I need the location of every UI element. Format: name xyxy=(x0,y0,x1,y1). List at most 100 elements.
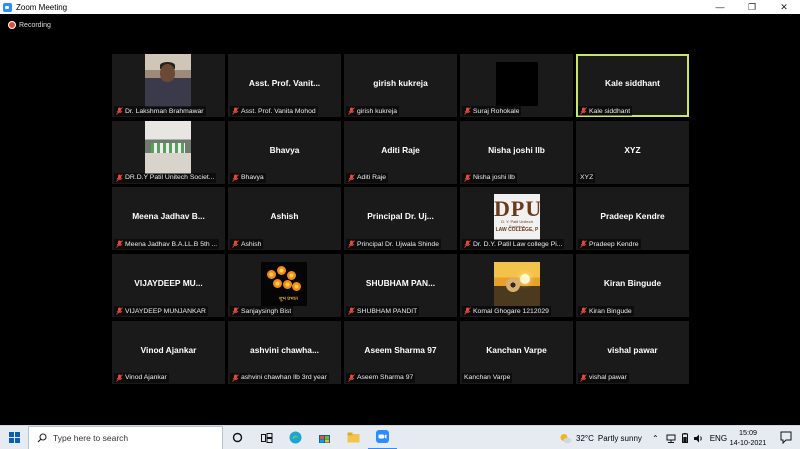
participant-name: Kale siddhant xyxy=(589,107,631,115)
mic-muted-icon[interactable] xyxy=(464,240,471,249)
mic-muted-icon[interactable] xyxy=(232,240,239,249)
maximize-button[interactable]: ❐ xyxy=(736,0,768,14)
zoom-taskbar-button[interactable] xyxy=(368,426,397,449)
participant-display-name: Meena Jadhav B... xyxy=(132,211,205,222)
network-icon[interactable] xyxy=(666,434,676,443)
language-indicator[interactable]: ENG xyxy=(710,434,727,443)
search-placeholder: Type here to search xyxy=(53,432,129,443)
participant-tile[interactable]: DR.D.Y Patil Unitech Societ... xyxy=(112,120,225,184)
participant-name: Dr. Lakshman Brahmawar xyxy=(125,107,204,115)
participant-display-name: Kanchan Varpe xyxy=(486,344,547,355)
participant-tile[interactable]: vishal pawar vishal pawar xyxy=(576,320,689,384)
participant-name: Komal Ghogare 1212029 xyxy=(473,307,549,315)
participant-name: Sanjaysingh Bist xyxy=(241,307,292,315)
participant-tile[interactable]: Aditi Raje Aditi Raje xyxy=(344,120,457,184)
mic-muted-icon[interactable] xyxy=(116,173,123,182)
participant-tile[interactable]: Suraj Rohokale xyxy=(460,54,573,117)
participant-tile[interactable]: Kale siddhant Kale siddhant xyxy=(576,54,689,117)
mic-muted-icon[interactable] xyxy=(348,373,355,382)
participant-tile[interactable]: Kanchan Varpe Kanchan Varpe xyxy=(460,320,573,384)
participant-tile[interactable]: SHUBHAM PAN... SHUBHAM PANDIT xyxy=(344,254,457,318)
file-explorer-taskbar-button[interactable] xyxy=(339,426,368,449)
zoom-app-icon xyxy=(3,2,12,12)
participant-name-label: SHUBHAM PANDIT xyxy=(346,306,420,317)
mic-muted-icon[interactable] xyxy=(116,307,123,315)
participant-name-label: Aditi Raje xyxy=(346,172,389,183)
close-button[interactable]: ✕ xyxy=(768,0,800,14)
mic-muted-icon[interactable] xyxy=(348,173,355,182)
participant-name: Asst. Prof. Vanita Mohod xyxy=(241,107,316,115)
participant-name-label: girish kukreja xyxy=(346,106,400,116)
participant-name: vishal pawar xyxy=(589,374,627,382)
participant-tile[interactable]: Dr. Lakshman Brahmawar xyxy=(112,54,225,117)
participant-display-name: Principal Dr. Uj... xyxy=(367,211,434,222)
participant-tile[interactable]: Aseem Sharma 97 Aseem Sharma 97 xyxy=(344,320,457,384)
mic-muted-icon[interactable] xyxy=(116,240,123,249)
participant-tile[interactable]: girish kukreja girish kukreja xyxy=(344,54,457,117)
participant-name-label: Suraj Rohokale xyxy=(462,106,522,116)
edge-taskbar-button[interactable] xyxy=(281,426,310,449)
participant-tile[interactable]: Nisha joshi llb Nisha joshi llb xyxy=(460,120,573,184)
mic-muted-icon[interactable] xyxy=(580,307,587,315)
participant-name-label: VIJAYDEEP MUNJANKAR xyxy=(114,306,208,317)
mic-muted-icon[interactable] xyxy=(464,173,471,182)
task-view-icon-button[interactable] xyxy=(252,426,281,449)
taskbar-search-box[interactable]: Type here to search xyxy=(28,425,223,449)
participant-tile[interactable]: Bhavya Bhavya xyxy=(228,120,341,184)
participant-tile[interactable]: VIJAYDEEP MU... VIJAYDEEP MUNJANKAR xyxy=(112,254,225,318)
participant-tile[interactable]: Principal Dr. Uj... Principal Dr. Ujwala … xyxy=(344,187,457,251)
mic-muted-icon[interactable] xyxy=(232,307,239,315)
notifications-icon[interactable] xyxy=(780,431,792,444)
task-view-button[interactable] xyxy=(223,426,252,449)
weather-widget[interactable]: 32°C Partly sunny xyxy=(559,426,642,449)
participant-video xyxy=(145,54,191,107)
chevron-up-icon[interactable]: ⌃ xyxy=(652,434,659,443)
participant-tile[interactable]: Ashish Ashish xyxy=(228,187,341,251)
store-taskbar-button[interactable] xyxy=(310,426,339,449)
participant-name-label: Principal Dr. Ujwala Shinde xyxy=(346,239,441,250)
participant-display-name: vishal pawar xyxy=(607,344,658,355)
participant-tile[interactable]: Kiran Bingude Kiran Bingude xyxy=(576,254,689,318)
participant-name-label: vishal pawar xyxy=(578,372,629,383)
participant-tile[interactable]: Pradeep Kendre Pradeep Kendre xyxy=(576,187,689,251)
participant-tile[interactable]: DPU D. Y. Patil Unitech Society's LAW COLL… xyxy=(460,187,573,251)
participant-name-label: Ashish xyxy=(230,239,264,250)
mic-muted-icon[interactable] xyxy=(580,373,587,382)
mic-muted-icon[interactable] xyxy=(116,373,123,382)
participant-tile[interactable]: Komal Ghogare 1212029 xyxy=(460,254,573,318)
mic-muted-icon[interactable] xyxy=(580,107,587,115)
participant-name-label: Sanjaysingh Bist xyxy=(230,306,294,317)
participant-display-name: Nisha joshi llb xyxy=(488,144,545,155)
mic-muted-icon[interactable] xyxy=(232,173,239,182)
recording-indicator[interactable]: Recording xyxy=(8,21,51,29)
mic-muted-icon[interactable] xyxy=(580,240,587,249)
logo-college-text: LAW COLLEGE, P xyxy=(495,227,539,234)
participant-display-name: XYZ xyxy=(624,144,641,155)
mic-muted-icon[interactable] xyxy=(348,107,355,115)
mic-muted-icon[interactable] xyxy=(232,107,239,115)
participant-tile[interactable]: Vinod Ajankar Vinod Ajankar xyxy=(112,320,225,384)
mic-muted-icon[interactable] xyxy=(464,107,471,115)
mic-muted-icon[interactable] xyxy=(464,307,471,315)
mic-muted-icon[interactable] xyxy=(348,240,355,249)
volume-icon[interactable] xyxy=(693,434,704,443)
minimize-button[interactable]: — xyxy=(704,0,736,14)
participant-tile[interactable]: XYZ XYZ xyxy=(576,120,689,184)
gallery-view: Dr. Lakshman Brahmawar Asst. Prof. Vanit.… xyxy=(112,54,689,384)
store-bag-icon xyxy=(319,434,330,443)
participant-tile[interactable]: ashvini chawha... ashvini chawhan llb 3rd… xyxy=(228,320,341,384)
taskbar-clock[interactable]: 15:09 14-10-2021 xyxy=(728,428,768,448)
participant-tile[interactable]: Meena Jadhav B... Meena Jadhav B.A.LL.B 5… xyxy=(112,187,225,251)
clock-date: 14-10-2021 xyxy=(729,438,767,447)
participant-tile[interactable]: Asst. Prof. Vanit... Asst. Prof. Vanita M… xyxy=(228,54,341,117)
participant-display-name: ashvini chawha... xyxy=(250,344,319,355)
participant-tile[interactable]: शुभ प्रभात Sanjaysingh Bist xyxy=(228,254,341,318)
start-button[interactable] xyxy=(0,426,28,449)
mic-muted-icon[interactable] xyxy=(232,373,239,382)
mic-muted-icon[interactable] xyxy=(116,107,123,115)
battery-icon[interactable] xyxy=(681,433,688,443)
participant-display-name: Ashish xyxy=(270,211,299,222)
participant-display-name: Kale siddhant xyxy=(605,78,660,88)
mic-muted-icon[interactable] xyxy=(348,307,355,315)
participant-display-name: Aseem Sharma 97 xyxy=(364,344,437,355)
